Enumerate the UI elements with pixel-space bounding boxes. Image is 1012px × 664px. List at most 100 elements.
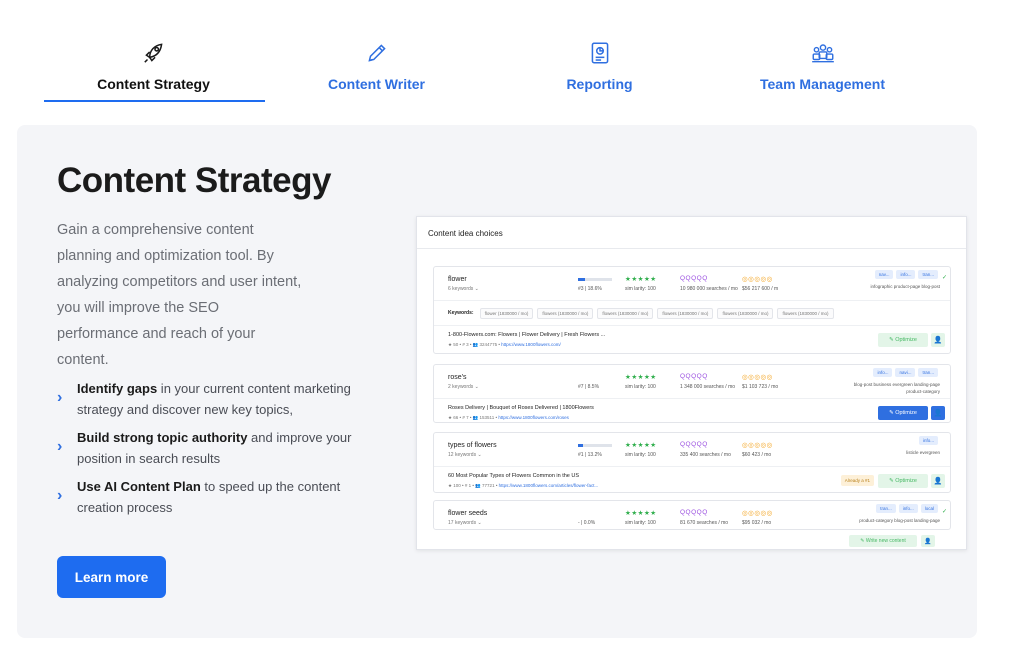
optimize-button[interactable]: ✎ Optimize: [878, 474, 928, 488]
value-rating: ◎◎◎◎◎: [742, 442, 773, 449]
searches-value: 1 348 000 searches / mo: [680, 384, 736, 390]
keyword-chip[interactable]: flowers (1830000 / mo): [717, 307, 774, 319]
page-meta: ★ 100 • # 1 • 👥 77721 • https://www.1800…: [448, 483, 598, 489]
chevron-right-icon: ›: [57, 389, 63, 406]
keyword-name: types of flowers: [448, 442, 497, 449]
optimize-label: Optimize: [895, 410, 917, 416]
intent-tags: tran... info... local: [876, 504, 938, 513]
tag: tran...: [918, 368, 938, 377]
tab-content-writer[interactable]: Content Writer: [265, 36, 488, 102]
write-label: Write new content: [865, 538, 906, 544]
page-title: 1-800-Flowers.com: Flowers | Flower Deli…: [448, 332, 606, 338]
tag: nav...: [874, 270, 894, 279]
keyword-name: flower: [448, 276, 467, 283]
write-new-content-button[interactable]: ✎ Write new content: [849, 535, 917, 547]
tab-label: Reporting: [566, 76, 633, 92]
page-row: 1-800-Flowers.com: Flowers | Flower Deli…: [434, 325, 950, 354]
keyword-row[interactable]: rose's 2 keywords ⌄ #7 | 8.5% ★★★★★ sim …: [434, 365, 950, 398]
keyword-chip[interactable]: flowers (1830000 / mo): [597, 307, 654, 319]
value-amount: $60 423 / mo: [742, 452, 772, 458]
panel-description: Gain a comprehensive content planning an…: [57, 222, 302, 368]
rank-value: #1 | 13.2%: [578, 452, 602, 458]
learn-more-button[interactable]: Learn more: [57, 556, 166, 598]
rank-value: #3 | 18.6%: [578, 286, 602, 292]
optimize-label: Optimize: [895, 478, 917, 484]
value-amount: $1 103 723 / mo: [742, 384, 779, 390]
assign-user-icon[interactable]: 👤: [931, 406, 945, 420]
assign-user-icon[interactable]: 👤: [931, 333, 945, 347]
pen-icon: [367, 44, 386, 62]
page-url[interactable]: https://www.1800flowers.com/articles/flo…: [499, 483, 599, 488]
keyword-row[interactable]: types of flowers 12 keywords ⌄ #1 | 13.2…: [434, 433, 950, 466]
assign-user-icon[interactable]: 👤: [931, 474, 945, 488]
feature-tabs: Content Strategy Content Writer Reportin…: [42, 36, 936, 102]
rank-value: - | 0.0%: [578, 520, 596, 526]
intent-tags: nav... info... tran...: [874, 270, 938, 279]
volume-rating: QQQQQ: [680, 275, 708, 282]
list-item: › Use AI Content Plan to speed up the co…: [57, 477, 367, 518]
rank-bar: [578, 444, 612, 447]
bullet-bold: Use AI Content Plan: [77, 479, 201, 494]
volume-rating: QQQQQ: [680, 373, 708, 380]
keyword-count: 12 keywords ⌄: [448, 452, 482, 458]
bullet-text: Identify gaps in your current content ma…: [77, 379, 367, 420]
page-url[interactable]: https://www.1800flowers.com/roses: [498, 415, 569, 420]
check-icon: ✓: [941, 509, 947, 515]
page-meta: ★ 50 • # 3 • 👥 3244775 • https://www.180…: [448, 342, 561, 348]
page-title: 60 Most Popular Types of Flowers Common …: [448, 473, 580, 479]
keyword-count: 2 keywords ⌄: [448, 384, 479, 390]
keyword-chip[interactable]: flower (1830000 / mo): [479, 307, 534, 319]
keyword-count: 17 keywords ⌄: [448, 520, 482, 526]
value-rating: ◎◎◎◎◎: [742, 510, 773, 517]
keyword-chip[interactable]: flowers (1830000 / mo): [777, 307, 834, 319]
searches-value: 81 670 searches / mo: [680, 520, 729, 526]
bullet-text: Use AI Content Plan to speed up the cont…: [77, 477, 367, 518]
similarity-stars: ★★★★★: [625, 374, 657, 381]
searches-value: 10 980 000 searches / mo: [680, 286, 738, 292]
bullet-text: Build strong topic authority and improve…: [77, 428, 367, 469]
value-amount: $95 032 / mo: [742, 520, 772, 526]
page-row: 60 Most Popular Types of Flowers Common …: [434, 466, 950, 495]
volume-rating: QQQQQ: [680, 509, 708, 516]
chevron-right-icon: ›: [57, 487, 63, 504]
tab-label: Team Management: [760, 76, 885, 92]
tab-label: Content Writer: [328, 76, 425, 92]
similarity-value: sim larity: 100: [625, 520, 656, 526]
tag: info...: [898, 504, 918, 513]
tab-content-strategy[interactable]: Content Strategy: [42, 36, 265, 102]
intent-tags: info...: [918, 436, 938, 445]
similarity-stars: ★★★★★: [625, 510, 657, 517]
page-stats: ★ 100 • # 1 • 👥 77721 •: [448, 483, 498, 488]
keyword-chip[interactable]: flowers (1830000 / mo): [537, 307, 594, 319]
content-types: blog-post business evergreen landing-pag…: [853, 382, 940, 394]
tag: local: [920, 504, 938, 513]
keyword-card: rose's 2 keywords ⌄ #7 | 8.5% ★★★★★ sim …: [433, 364, 951, 423]
optimize-button[interactable]: ✎ Optimize: [878, 333, 928, 347]
page-stats: ★ 66 • # 7 • 👥 153511 •: [448, 415, 498, 420]
volume-rating: QQQQQ: [680, 441, 708, 448]
keyword-row[interactable]: flower seeds 17 keywords ⌄ - | 0.0% ★★★★…: [434, 501, 950, 534]
content-types: listicle evergreen: [906, 450, 940, 455]
similarity-stars: ★★★★★: [625, 276, 657, 283]
page-url[interactable]: https://www.1800flowers.com/: [501, 342, 561, 347]
optimize-button[interactable]: ✎ Optimize: [878, 406, 928, 420]
similarity-value: sim larity: 100: [625, 286, 656, 292]
tab-team-management[interactable]: Team Management: [711, 36, 934, 102]
keyword-chip[interactable]: flowers (1830000 / mo): [657, 307, 714, 319]
value-rating: ◎◎◎◎◎: [742, 276, 773, 283]
keyword-card: flower seeds 17 keywords ⌄ - | 0.0% ★★★★…: [433, 500, 951, 530]
tab-reporting[interactable]: Reporting: [488, 36, 711, 102]
content-panel: Content Strategy Gain a comprehensive co…: [17, 125, 977, 638]
page-meta: ★ 66 • # 7 • 👥 153511 • https://www.1800…: [448, 415, 569, 421]
assign-user-icon[interactable]: 👤: [921, 535, 935, 547]
keyword-row[interactable]: flower 6 keywords ⌄ #3 | 18.6% ★★★★★ sim…: [434, 267, 950, 300]
already-ranking-badge: Already a #1: [840, 475, 874, 486]
page-row: Roses Delivery | Bouquet of Roses Delive…: [434, 398, 950, 427]
tag: tran...: [876, 504, 896, 513]
page-title: Roses Delivery | Bouquet of Roses Delive…: [448, 405, 594, 411]
page-stats: ★ 50 • # 3 • 👥 3244775 •: [448, 342, 500, 347]
keywords-label: Keywords:: [448, 310, 474, 316]
keywords-line: Keywords: flower (1830000 / mo) flowers …: [434, 300, 950, 325]
list-item: › Identify gaps in your current content …: [57, 379, 367, 420]
preview-header: Content idea choices: [417, 217, 966, 249]
